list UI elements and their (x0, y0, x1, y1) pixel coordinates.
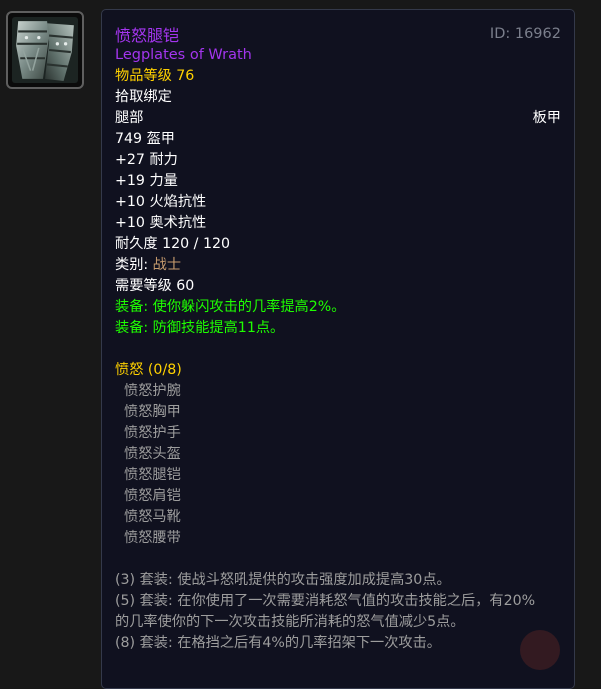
item-icon-frame (6, 11, 84, 89)
armor-value: 749 盔甲 (115, 131, 175, 147)
set-bonus[interactable]: 的几率使你的下一次攻击技能所消耗的怒气值减少5点。 (115, 612, 561, 633)
stat-line: +19 力量 (115, 173, 178, 189)
set-piece[interactable]: 愤怒护腕 (115, 381, 561, 402)
stat-line: +10 奥术抗性 (115, 215, 207, 231)
item-name: 愤怒腿铠 (115, 26, 180, 45)
set-bonus[interactable]: (3) 套装: 使战斗怒吼提供的攻击强度加成提高30点。 (115, 570, 561, 591)
plate-legs-icon (12, 17, 78, 83)
class-label: 类别: (115, 257, 153, 273)
armor-type: 板甲 (532, 110, 561, 126)
set-piece[interactable]: 愤怒肩铠 (115, 486, 561, 507)
stat-line: +10 火焰抗性 (115, 194, 207, 210)
item-slot: 腿部 (115, 110, 144, 126)
set-piece[interactable]: 愤怒头盔 (115, 444, 561, 465)
set-piece[interactable]: 愤怒腰带 (115, 528, 561, 549)
set-piece[interactable]: 愤怒马靴 (115, 507, 561, 528)
class-requirement: 类别: 战士 (115, 255, 561, 276)
required-level: 需要等级 60 (115, 278, 195, 294)
set-piece[interactable]: 愤怒护手 (115, 423, 561, 444)
tooltip-header: 愤怒腿铠 ID: 16962 (115, 23, 561, 45)
item-tooltip: 愤怒腿铠 ID: 16962 Legplates of Wrath 物品等级 7… (101, 9, 575, 689)
class-link[interactable]: 战士 (153, 257, 181, 273)
bind-type: 拾取绑定 (115, 89, 172, 105)
set-bonus[interactable]: (5) 套装: 在你使用了一次需要消耗怒气值的攻击技能之后，有20% (115, 591, 561, 612)
set-piece[interactable]: 愤怒胸甲 (115, 402, 561, 423)
item-name-english: Legplates of Wrath (115, 47, 252, 63)
set-name[interactable]: 愤怒 (0/8) (115, 360, 561, 381)
set-piece[interactable]: 愤怒腿铠 (115, 465, 561, 486)
slot-row: 腿部 板甲 (115, 108, 561, 129)
equip-effect[interactable]: 装备: 使你躲闪攻击的几率提高2%。 (115, 297, 561, 318)
durability: 耐久度 120 / 120 (115, 236, 231, 252)
item-level: 物品等级 76 (115, 68, 195, 84)
equip-effect[interactable]: 装备: 防御技能提高11点。 (115, 318, 561, 339)
watermark-badge (520, 630, 560, 670)
set-bonus[interactable]: (8) 套装: 在格挡之后有4%的几率招架下一次攻击。 (115, 633, 561, 654)
item-id: ID: 16962 (489, 26, 561, 42)
stat-line: +27 耐力 (115, 152, 178, 168)
